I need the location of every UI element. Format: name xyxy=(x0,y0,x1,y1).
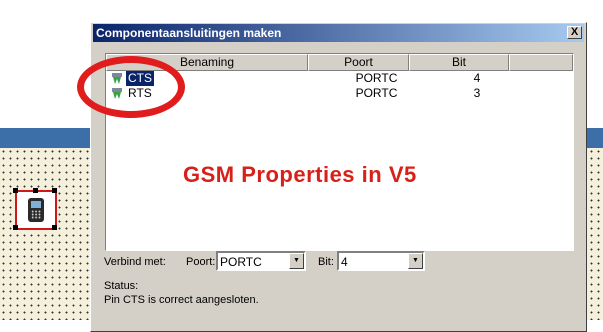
column-header-bit[interactable]: Bit xyxy=(409,54,509,71)
resize-handle[interactable] xyxy=(52,188,57,193)
column-header-poort[interactable]: Poort xyxy=(308,54,409,71)
poort-select[interactable]: PORTC ▼ xyxy=(216,251,306,271)
row-poort: PORTC xyxy=(355,71,398,85)
resize-handle[interactable] xyxy=(13,225,18,230)
bit-select-value: 4 xyxy=(341,255,348,269)
phone-keypad xyxy=(31,210,41,219)
close-button[interactable]: X xyxy=(567,26,582,39)
row-bit: 3 xyxy=(473,86,481,100)
column-header-empty xyxy=(509,54,573,71)
annotation-caption: GSM Properties in V5 xyxy=(183,162,417,187)
chevron-down-icon[interactable]: ▼ xyxy=(408,253,423,269)
row-poort: PORTC xyxy=(355,86,398,100)
gsm-component[interactable] xyxy=(13,188,57,230)
status-label: Status: xyxy=(104,280,139,292)
bit-label: Bit: xyxy=(318,256,334,268)
verbind-met-label: Verbind met: xyxy=(104,256,166,268)
mobile-phone-icon xyxy=(28,198,44,222)
poort-label: Poort: xyxy=(186,256,216,268)
resize-handle[interactable] xyxy=(13,188,18,193)
status-message: Pin CTS is correct aangesloten. xyxy=(104,294,259,306)
poort-select-value: PORTC xyxy=(220,255,262,269)
list-header: Benaming Poort Bit xyxy=(106,54,573,71)
chevron-down-icon[interactable]: ▼ xyxy=(289,253,304,269)
close-icon: X xyxy=(570,26,579,38)
dialog-title: Componentaansluitingen maken xyxy=(96,26,282,40)
resize-handle[interactable] xyxy=(52,225,57,230)
bit-select[interactable]: 4 ▼ xyxy=(337,251,425,271)
row-bit: 4 xyxy=(473,71,481,85)
dialog-titlebar[interactable]: Componentaansluitingen maken X xyxy=(93,24,584,42)
phone-screen xyxy=(31,201,41,208)
resize-handle[interactable] xyxy=(33,188,38,193)
highlight-ellipse xyxy=(77,56,185,118)
